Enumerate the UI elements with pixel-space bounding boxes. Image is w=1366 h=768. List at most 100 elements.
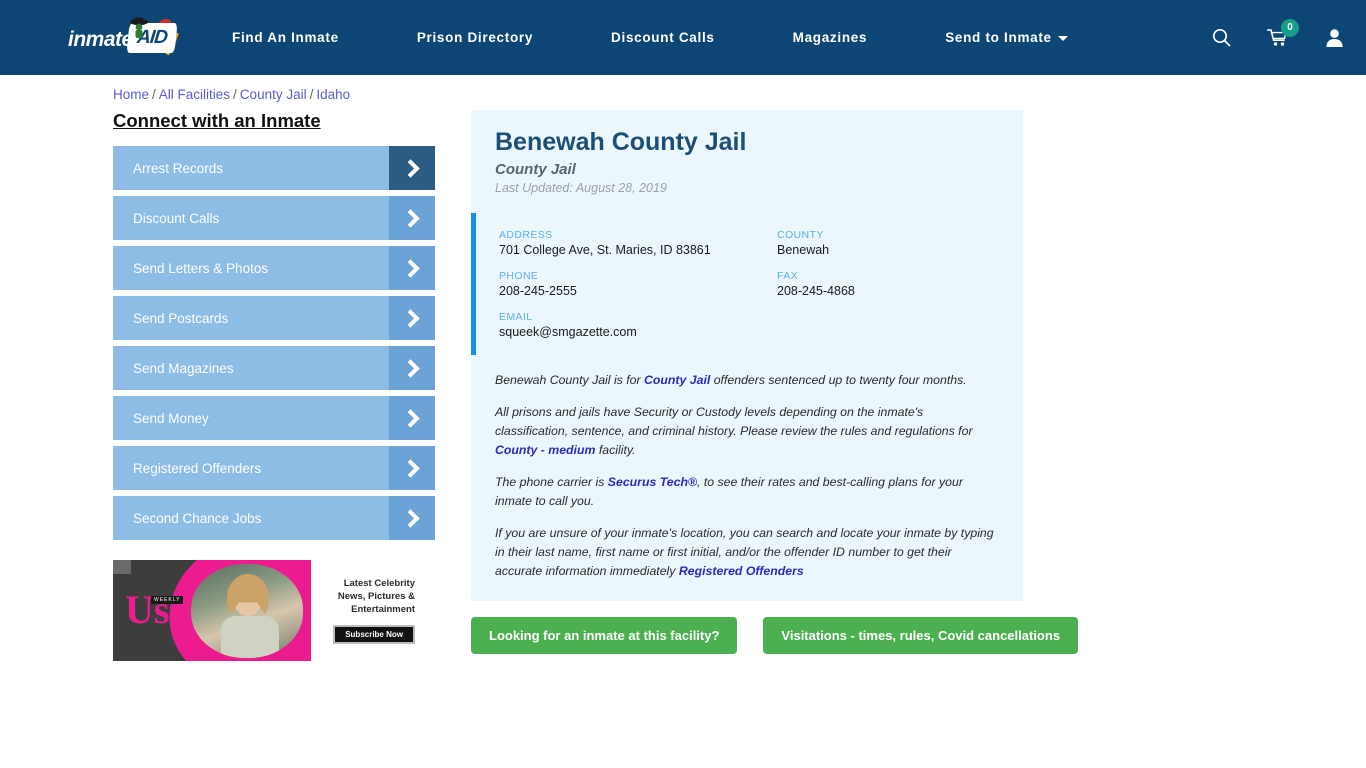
nav-item-discount-calls[interactable]: Discount Calls: [611, 30, 715, 45]
field-value: squeek@smgazette.com: [499, 325, 637, 339]
field-address: ADDRESS 701 College Ave, St. Maries, ID …: [499, 229, 777, 257]
ad-photo-body: [221, 616, 279, 658]
sidebar-item-send-magazines[interactable]: Send Magazines: [113, 346, 435, 390]
facility-header: Benewah County Jail County Jail Last Upd…: [471, 110, 1023, 205]
content-columns: Connect with an Inmate Arrest Records Di…: [0, 102, 1366, 661]
breadcrumb-separator: /: [233, 87, 237, 102]
breadcrumb-separator: /: [152, 87, 156, 102]
sidebar-item-arrest-records[interactable]: Arrest Records: [113, 146, 435, 190]
sidebar-item-discount-calls[interactable]: Discount Calls: [113, 196, 435, 240]
description-paragraph-2: All prisons and jails have Security or C…: [495, 403, 997, 460]
field-email: EMAIL squeek@smgazette.com: [499, 311, 777, 339]
nav-item-find-an-inmate[interactable]: Find An Inmate: [232, 30, 339, 45]
field-spacer: [777, 311, 1023, 339]
nav-label: Find An Inmate: [232, 30, 339, 45]
site-header: inmate AID Find An Inmate Prison Directo…: [0, 0, 1366, 75]
sidebar: Connect with an Inmate Arrest Records Di…: [113, 110, 435, 661]
ad-subscribe-button[interactable]: Subscribe Now: [333, 625, 415, 644]
link-registered-offenders[interactable]: Registered Offenders: [679, 564, 804, 578]
breadcrumb-item-home[interactable]: Home: [113, 87, 149, 102]
sidebar-item-label: Send Postcards: [133, 310, 229, 326]
desc-text: offenders sentenced up to twenty four mo…: [710, 373, 967, 387]
sidebar-item-label: Second Chance Jobs: [133, 510, 262, 526]
facility-contact-block: ADDRESS 701 College Ave, St. Maries, ID …: [471, 213, 1023, 355]
nav-label: Prison Directory: [416, 30, 534, 45]
ad-corner-accent: [113, 560, 131, 574]
sidebar-item-label: Send Letters & Photos: [133, 260, 269, 276]
nav-label: Magazines: [792, 30, 868, 45]
field-label: FAX: [777, 270, 799, 282]
link-county-jail[interactable]: County Jail: [644, 373, 710, 387]
site-logo[interactable]: inmate AID: [66, 15, 184, 61]
link-securus-tech[interactable]: Securus Tech®: [608, 475, 697, 489]
breadcrumb-item-county-jail[interactable]: County Jail: [240, 87, 307, 102]
logo-mascot-icon: [130, 17, 148, 38]
cta-row: Looking for an inmate at this facility? …: [471, 617, 1366, 654]
facility-type: County Jail: [495, 161, 576, 178]
breadcrumb-item-all-facilities[interactable]: All Facilities: [159, 87, 230, 102]
cart-icon[interactable]: 0: [1266, 18, 1299, 48]
user-icon[interactable]: [1325, 28, 1344, 48]
description-paragraph-4: If you are unsure of your inmate's locat…: [495, 524, 997, 581]
chevron-right-icon: [389, 246, 435, 290]
desc-text: facility.: [595, 443, 636, 457]
breadcrumb-separator: /: [309, 87, 314, 102]
search-icon[interactable]: [1212, 28, 1231, 47]
chevron-down-icon: [1057, 35, 1068, 41]
chevron-right-icon: [389, 346, 435, 390]
advertisement-banner[interactable]: Us WEEKLY Latest Celebrity News, Picture…: [113, 560, 423, 661]
chevron-right-icon: [389, 296, 435, 340]
description-paragraph-3: The phone carrier is Securus Tech®, to s…: [495, 473, 997, 511]
sidebar-item-registered-offenders[interactable]: Registered Offenders: [113, 446, 435, 490]
chevron-right-icon: [389, 396, 435, 440]
facility-contact-grid: ADDRESS 701 College Ave, St. Maries, ID …: [476, 213, 1023, 355]
field-value: Benewah: [777, 243, 830, 257]
nav-item-magazines[interactable]: Magazines: [793, 30, 868, 45]
chevron-right-icon: [389, 146, 435, 190]
field-county: COUNTY Benewah: [777, 229, 1023, 257]
chevron-right-icon: [389, 196, 435, 240]
ad-line-3: Entertainment: [351, 604, 415, 615]
ad-subscribe-label: Subscribe Now: [335, 627, 413, 642]
cart-count-badge: 0: [1281, 18, 1299, 37]
field-value: 701 College Ave, St. Maries, ID 83861: [499, 243, 711, 257]
field-fax: FAX 208-245-4868: [777, 270, 1023, 298]
ad-text-block: Latest Celebrity News, Pictures & Entert…: [311, 560, 423, 661]
sidebar-item-send-letters-photos[interactable]: Send Letters & Photos: [113, 246, 435, 290]
find-inmate-button[interactable]: Looking for an inmate at this facility?: [471, 617, 738, 654]
description-paragraph-1: Benewah County Jail is for County Jail o…: [495, 371, 997, 390]
facility-description: Benewah County Jail is for County Jail o…: [471, 355, 1023, 601]
nav-item-prison-directory[interactable]: Prison Directory: [417, 30, 533, 45]
link-county-medium[interactable]: County - medium: [495, 443, 595, 457]
field-value: 208-245-4868: [777, 284, 855, 298]
main-content: Benewah County Jail County Jail Last Upd…: [435, 110, 1366, 661]
ad-brand-sublabel: WEEKLY: [151, 596, 184, 604]
sidebar-item-send-money[interactable]: Send Money: [113, 396, 435, 440]
facility-panel: Benewah County Jail County Jail Last Upd…: [471, 110, 1023, 601]
field-label: COUNTY: [777, 229, 824, 241]
desc-text: All prisons and jails have Security or C…: [495, 405, 973, 438]
page-body: Home / All Facilities / County Jail / Idaho Co…: [0, 75, 1366, 661]
sidebar-heading: Connect with an Inmate: [113, 110, 321, 131]
chevron-right-icon: [389, 496, 435, 540]
desc-text: The phone carrier is: [495, 475, 608, 489]
visitations-button[interactable]: Visitations - times, rules, Covid cancel…: [763, 617, 1079, 654]
breadcrumb: Home / All Facilities / County Jail / Idaho: [0, 75, 1366, 102]
main-navigation: Find An Inmate Prison Directory Discount…: [232, 30, 1188, 45]
breadcrumb-item-idaho[interactable]: Idaho: [316, 87, 350, 102]
desc-text: Benewah County Jail is for: [495, 373, 645, 387]
page-title: Benewah County Jail: [495, 128, 747, 156]
sidebar-item-send-postcards[interactable]: Send Postcards: [113, 296, 435, 340]
sidebar-item-label: Discount Calls: [133, 210, 220, 226]
ad-line-1: Latest Celebrity: [343, 578, 415, 589]
sidebar-item-label: Registered Offenders: [133, 460, 262, 476]
sidebar-item-second-chance-jobs[interactable]: Second Chance Jobs: [113, 496, 435, 540]
facility-last-updated: Last Updated: August 28, 2019: [495, 181, 667, 195]
sidebar-item-label: Arrest Records: [133, 160, 224, 176]
nav-item-send-to-inmate[interactable]: Send to Inmate: [945, 30, 1068, 45]
field-label: EMAIL: [499, 311, 533, 323]
ad-photo: [191, 564, 303, 658]
field-label: ADDRESS: [499, 229, 553, 241]
sidebar-item-label: Send Money: [133, 410, 209, 426]
field-label: PHONE: [499, 270, 539, 282]
